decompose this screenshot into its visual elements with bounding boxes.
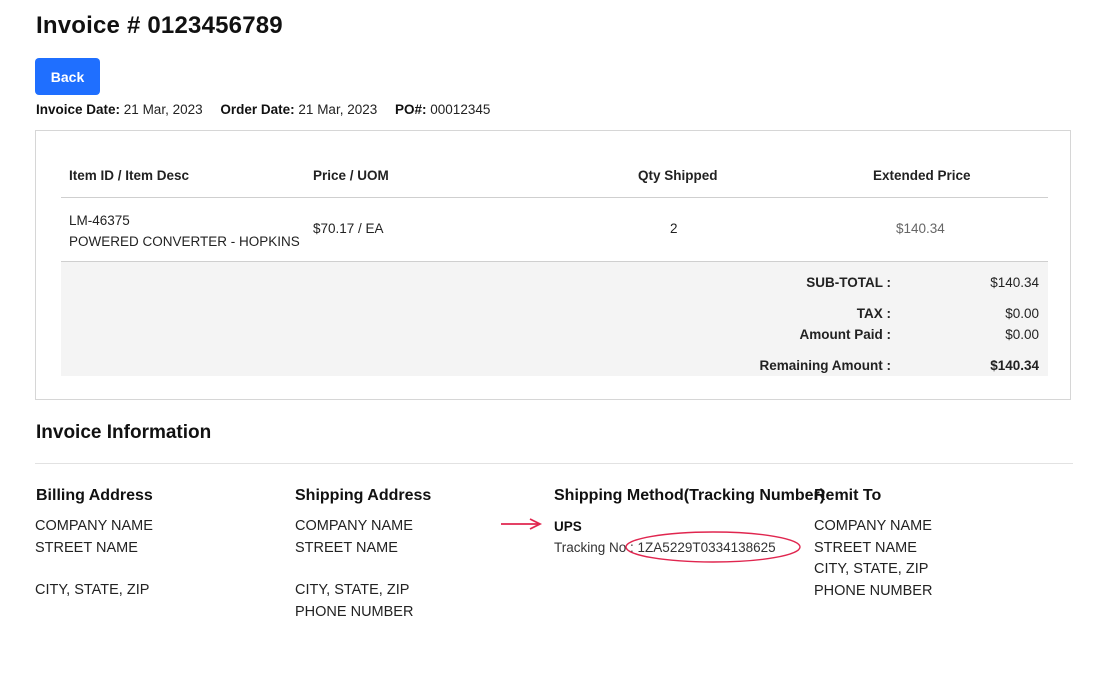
amount-paid-label: Amount Paid : — [799, 327, 892, 342]
billing-street: STREET NAME — [35, 539, 138, 556]
invoice-items-panel: Item ID / Item Desc Price / UOM Qty Ship… — [35, 130, 1071, 400]
shipping-city: CITY, STATE, ZIP — [295, 582, 410, 598]
shipping-address: COMPANY NAME STREET NAME CITY, STATE, ZI… — [295, 516, 413, 623]
remaining-amount-value: $140.34 — [990, 358, 1039, 373]
billing-company: COMPANY NAME — [35, 518, 153, 534]
shipping-carrier: UPS — [554, 519, 582, 534]
remit-to-address: COMPANY NAME STREET NAME CITY, STATE, ZI… — [814, 516, 932, 602]
header-divider — [61, 197, 1048, 198]
invoice-date-label: Invoice Date: — [36, 102, 121, 117]
totals-section: SUB-TOTAL : $140.34 TAX : $0.00 Amount P… — [61, 262, 1048, 376]
tracking-label: Tracking No : — [554, 540, 634, 555]
page-title: Invoice # 0123456789 — [36, 12, 283, 39]
remit-to-heading: Remit To — [814, 487, 882, 504]
billing-city: CITY, STATE, ZIP — [35, 582, 150, 598]
order-date-value: 21 Mar, 2023 — [298, 102, 378, 117]
item-extended-price: $140.34 — [896, 221, 945, 236]
subtotal-label: SUB-TOTAL : — [806, 275, 891, 290]
shipping-address-heading: Shipping Address — [295, 487, 432, 504]
table-row: LM-46375 POWERED CONVERTER - HOPKINS — [69, 210, 300, 252]
section-divider — [35, 463, 1073, 464]
column-header-extended-price: Extended Price — [873, 168, 971, 183]
remaining-amount-label: Remaining Amount : — [759, 358, 892, 373]
item-description: POWERED CONVERTER - HOPKINS — [69, 234, 300, 249]
tracking-number[interactable]: 1ZA5229T0334138625 — [638, 540, 776, 555]
invoice-information-title: Invoice Information — [36, 422, 212, 443]
billing-address-heading: Billing Address — [36, 487, 153, 504]
billing-address: COMPANY NAME STREET NAME CITY, STATE, ZI… — [35, 516, 153, 602]
remit-phone: PHONE NUMBER — [814, 582, 933, 599]
subtotal-value: $140.34 — [990, 275, 1039, 290]
tax-label: TAX : — [856, 306, 891, 321]
remit-city: CITY, STATE, ZIP — [814, 561, 929, 577]
arrow-head-icon — [529, 518, 543, 530]
item-qty-shipped: 2 — [670, 221, 678, 236]
invoice-date-value: 21 Mar, 2023 — [123, 102, 203, 117]
column-header-item: Item ID / Item Desc — [69, 168, 190, 183]
tax-value: $0.00 — [1005, 306, 1039, 321]
po-value: 00012345 — [430, 102, 491, 117]
shipping-street: STREET NAME — [295, 539, 398, 556]
shipping-phone: PHONE NUMBER — [295, 603, 414, 620]
item-id: LM-46375 — [69, 213, 130, 228]
remit-company: COMPANY NAME — [814, 518, 932, 534]
shipping-company: COMPANY NAME — [295, 518, 413, 534]
po-label: PO#: — [395, 102, 427, 117]
column-header-qty: Qty Shipped — [638, 168, 718, 183]
back-button[interactable]: Back — [35, 58, 100, 95]
shipping-method: UPS Tracking No : 1ZA5229T0334138625 — [554, 516, 776, 558]
order-date-label: Order Date: — [220, 102, 295, 117]
remit-street: STREET NAME — [814, 539, 917, 556]
shipping-method-heading: Shipping Method(Tracking Number) — [554, 487, 826, 504]
column-header-price: Price / UOM — [313, 168, 389, 183]
invoice-meta: Invoice Date: 21 Mar, 2023 Order Date: 2… — [36, 102, 490, 117]
amount-paid-value: $0.00 — [1005, 327, 1039, 342]
item-price-uom: $70.17 / EA — [313, 221, 384, 236]
